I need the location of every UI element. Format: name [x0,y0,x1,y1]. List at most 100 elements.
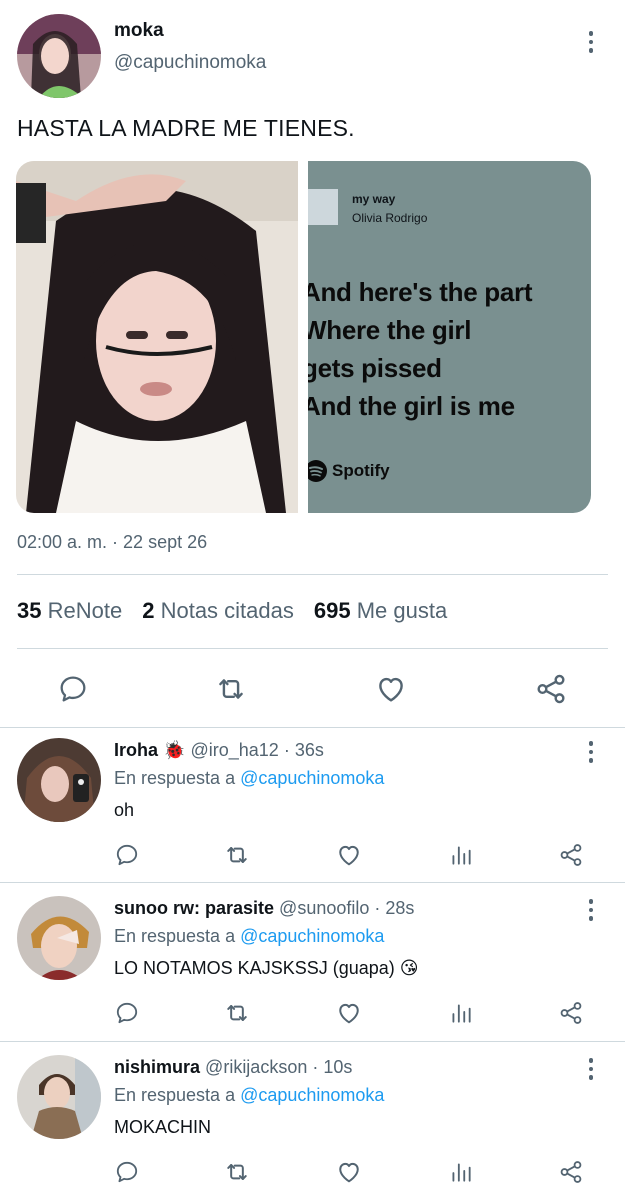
analytics-button[interactable] [446,998,476,1028]
reply-actions [0,1157,625,1187]
renote-button[interactable] [222,1157,252,1187]
divider [17,574,608,575]
renote-icon [227,1005,247,1021]
share-button[interactable] [556,998,586,1028]
renote-button[interactable] [212,670,250,708]
selfie-photo[interactable] [16,161,298,513]
renote-icon [227,847,247,863]
spotify-logo: Spotify [308,459,390,483]
renote-button[interactable] [222,998,252,1028]
ladybug-emoji: 🐞 [163,740,186,760]
spotify-lyric-card[interactable]: my way Olivia Rodrigo And here's the par… [308,161,591,513]
like-button[interactable] [334,998,364,1028]
reply-time: · 10s [312,1057,353,1077]
author-avatar[interactable] [17,14,101,98]
reply-time: · 36s [283,740,324,760]
replying-to-link[interactable]: @capuchinomoka [240,768,384,788]
reply-actions [0,840,625,870]
reply-header: nishimura @rikijackson · 10s [114,1057,352,1078]
reply-text: LO NOTAMOS KAJSKSSJ (guapa) 😘 [114,958,419,978]
reply-header: Iroha 🐞 @iro_ha12 · 36s [114,740,324,761]
replying-to-line: En respuesta a @capuchinomoka [114,1085,384,1106]
reply-author-handle[interactable]: @rikijackson [205,1057,307,1077]
tweet-actions [0,668,625,708]
like-button[interactable] [334,840,364,870]
more-options-icon[interactable] [579,738,603,766]
replying-to-link[interactable]: @capuchinomoka [240,1085,384,1105]
replying-to-line: En respuesta a @capuchinomoka [114,768,384,789]
analytics-button[interactable] [446,1157,476,1187]
reply-icon [116,844,138,866]
reply-avatar[interactable] [17,1055,101,1139]
quotes-label: Notas citadas [160,598,294,623]
renotes-stat[interactable]: 35 ReNote [17,598,122,624]
reply-author-name[interactable]: Iroha [114,740,158,760]
reply-icon [116,1161,138,1183]
spotify-brand-text: Spotify [332,461,390,480]
reply-header: sunoo rw: parasite @sunoofilo · 28s [114,898,414,919]
like-button[interactable] [334,1157,364,1187]
share-button[interactable] [532,670,570,708]
quotes-count: 2 [142,598,155,623]
avatar-image [17,738,101,822]
song-title: my way [352,192,396,206]
like-button[interactable] [372,670,410,708]
renote-icon [219,679,243,699]
share-icon [560,1002,582,1024]
like-icon [339,845,359,866]
reply-text: oh [114,800,135,820]
likes-count: 695 [313,598,351,623]
tweet-media[interactable]: my way Olivia Rodrigo And here's the par… [16,161,591,513]
more-options-icon[interactable] [579,896,603,924]
reply-tweet[interactable]: nishimura @rikijackson · 10s En respuest… [0,1045,625,1200]
reply-author-handle[interactable]: @iro_ha12 [190,740,278,760]
replying-to-link[interactable]: @capuchinomoka [240,926,384,946]
like-icon [339,1162,359,1183]
share-icon [537,674,565,704]
renote-button[interactable] [222,840,252,870]
reply-time: · 28s [374,898,415,918]
reply-button[interactable] [112,1157,142,1187]
reply-tweet[interactable]: sunoo rw: parasite @sunoofilo · 28s En r… [0,886,625,1040]
more-options-icon[interactable] [579,1055,603,1083]
tweet-timestamp[interactable]: 02:00 a. m. · 22 sept 26 [17,532,207,553]
reply-actions [0,998,625,1028]
replying-prefix: En respuesta a [114,926,236,946]
reply-avatar[interactable] [17,896,101,980]
analytics-button[interactable] [446,840,476,870]
replying-prefix: En respuesta a [114,1085,236,1105]
avatar-image [17,14,101,98]
spotify-icon [308,460,327,482]
avatar-image [17,896,101,980]
likes-stat[interactable]: 695 Me gusta [314,598,447,624]
share-button[interactable] [556,1157,586,1187]
album-art [308,189,338,225]
reply-tweet[interactable]: Iroha 🐞 @iro_ha12 · 36s En respuesta a @… [0,728,625,882]
reply-text: MOKACHIN [114,1117,212,1137]
reply-button[interactable] [112,840,142,870]
likes-label: Me gusta [356,598,448,623]
replying-to-line: En respuesta a @capuchinomoka [114,926,384,947]
reply-button[interactable] [54,670,92,708]
reply-button[interactable] [112,998,142,1028]
more-options-icon[interactable] [579,28,603,56]
reply-avatar[interactable] [17,738,101,822]
divider [17,648,608,649]
analytics-icon [452,1004,471,1023]
replying-prefix: En respuesta a [114,768,236,788]
analytics-icon [452,1163,471,1182]
song-artist: Olivia Rodrigo [352,211,428,225]
share-button[interactable] [556,840,586,870]
song-lyrics: And here's the part Where the girl gets … [308,277,533,421]
author-handle[interactable]: @capuchinomoka [114,52,266,74]
tweet-text: HASTA LA MADRE ME TIENES. [17,115,355,141]
share-icon [560,1161,582,1183]
author-name[interactable]: moka [114,20,164,42]
reply-author-name[interactable]: nishimura [114,1057,200,1077]
renotes-count: 35 [17,598,42,623]
reply-icon [116,1002,138,1024]
quotes-stat[interactable]: 2 Notas citadas [142,598,294,624]
divider [0,1041,625,1042]
reply-author-name[interactable]: sunoo rw: parasite [114,898,274,918]
reply-author-handle[interactable]: @sunoofilo [279,898,369,918]
